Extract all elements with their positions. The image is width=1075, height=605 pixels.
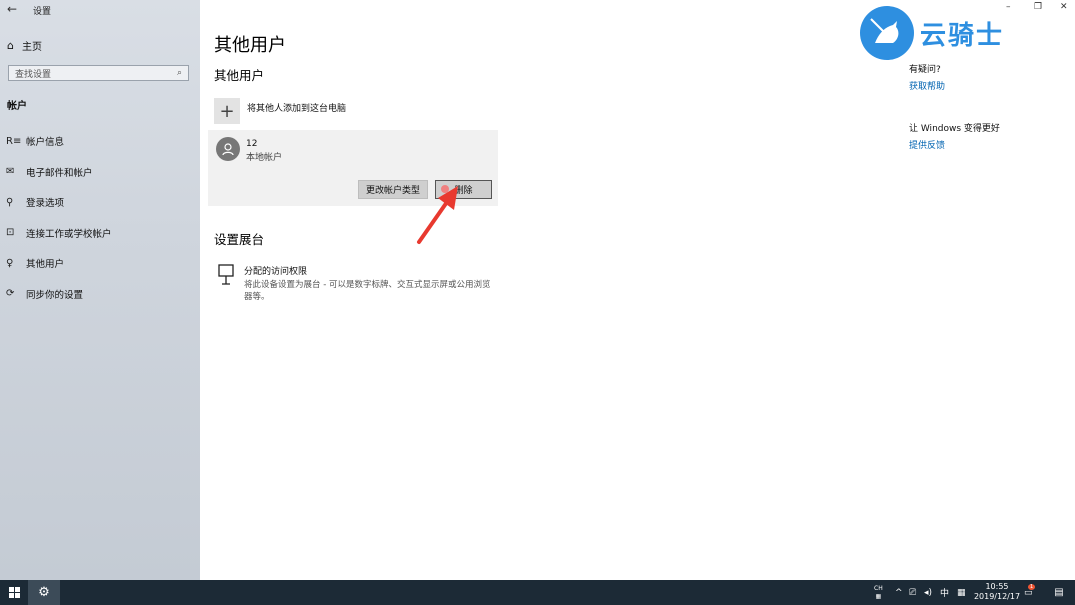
- sidebar-item-label: 登录选项: [26, 198, 65, 210]
- add-user-row[interactable]: + 将其他人添加到这台电脑: [214, 98, 346, 124]
- sidebar-item-other-users[interactable]: ♀ 其他用户: [0, 248, 200, 279]
- user-type: 本地帐户: [246, 153, 283, 163]
- ime-indicator[interactable]: CH ▦: [874, 580, 883, 605]
- sidebar-item-account-info[interactable]: R≡ 帐户信息: [0, 126, 200, 157]
- notification-badge-icon[interactable]: ▭ 1: [1024, 580, 1036, 605]
- settings-gear-icon[interactable]: ⚙: [28, 580, 60, 605]
- sidebar-item-label: 帐户信息: [26, 137, 65, 149]
- briefcase-icon: ⊡: [6, 227, 15, 239]
- help-question: 有疑问?: [909, 65, 941, 75]
- sidebar-item-label: 电子邮件和帐户: [26, 167, 93, 179]
- plus-icon[interactable]: +: [214, 98, 240, 124]
- sidebar-item-label: 同步你的设置: [26, 289, 84, 301]
- get-help-link[interactable]: 获取帮助: [909, 79, 945, 92]
- clock-date: 2019/12/17: [973, 592, 1021, 601]
- sidebar-item-label: 其他用户: [26, 259, 65, 271]
- back-arrow-icon[interactable]: ←: [7, 2, 17, 16]
- watermark-text: 云骑士: [920, 20, 1005, 51]
- avatar: [216, 137, 240, 161]
- language-indicator[interactable]: 中: [940, 580, 949, 605]
- input-mode-icon[interactable]: ▦: [957, 580, 966, 605]
- clock-time: 10:55: [985, 582, 1009, 591]
- sidebar: ← 设置 ⌂ 主页 查找设置 ⌕ 帐户 R≡ 帐户信息 ✉ 电子邮件和帐户 ⚲ …: [0, 0, 200, 580]
- person-icon: ♀: [6, 257, 14, 269]
- search-input[interactable]: 查找设置 ⌕: [8, 65, 189, 81]
- maximize-icon[interactable]: ❐: [1034, 2, 1042, 12]
- home-icon: ⌂: [7, 39, 14, 52]
- key-icon: ⚲: [6, 196, 14, 208]
- person-card-icon: R≡: [6, 135, 22, 147]
- sidebar-home[interactable]: ⌂ 主页: [7, 38, 42, 53]
- minimize-icon[interactable]: –: [1006, 2, 1011, 12]
- notification-count: 1: [1028, 583, 1036, 590]
- watermark-logo: 云骑士: [860, 6, 1004, 60]
- network-icon[interactable]: ⎚: [909, 580, 916, 605]
- sidebar-item-signin[interactable]: ⚲ 登录选项: [0, 187, 200, 218]
- sidebar-nav: R≡ 帐户信息 ✉ 电子邮件和帐户 ⚲ 登录选项 ⊡ 连接工作或学校帐户 ♀ 其…: [0, 126, 200, 309]
- volume-icon[interactable]: ◂): [924, 580, 932, 605]
- kiosk-name: 分配的访问权限: [244, 267, 308, 277]
- sidebar-item-label: 连接工作或学校帐户: [26, 228, 112, 240]
- clock[interactable]: 10:55 2019/12/17: [972, 582, 1022, 602]
- ime-label: CH: [874, 584, 883, 592]
- sync-icon: ⟳: [6, 288, 15, 300]
- user-name: 12: [246, 139, 258, 149]
- person-silhouette-icon: [222, 143, 234, 156]
- kiosk-description: 将此设备设置为展台 - 可以是数字标牌、交互式显示屏或公用浏览器等。: [244, 280, 491, 302]
- window-title: 设置: [33, 7, 52, 17]
- search-icon: ⌕: [176, 68, 182, 78]
- annotation-arrow: [417, 186, 458, 244]
- sidebar-item-work[interactable]: ⊡ 连接工作或学校帐户: [0, 218, 200, 249]
- add-user-label: 将其他人添加到这台电脑: [247, 104, 347, 114]
- keyboard-icon: ▦: [875, 592, 882, 600]
- section-heading-kiosk: 设置展台: [214, 232, 265, 247]
- sidebar-item-sync[interactable]: ⟳ 同步你的设置: [0, 279, 200, 310]
- windows-start-icon[interactable]: [0, 580, 28, 605]
- feedback-link[interactable]: 提供反馈: [909, 138, 945, 151]
- kiosk-icon: [218, 264, 234, 303]
- knight-logo-icon: [860, 6, 914, 60]
- search-placeholder: 查找设置: [15, 69, 52, 80]
- improve-windows-label: 让 Windows 变得更好: [909, 124, 1000, 134]
- section-heading-other-users: 其他用户: [214, 68, 265, 83]
- sidebar-item-email[interactable]: ✉ 电子邮件和帐户: [0, 157, 200, 188]
- taskbar: ⚙ CH ▦ ^ ⎚ ◂) 中 ▦ 10:55 2019/12/17 ▭ 1 ▤: [0, 580, 1075, 605]
- section-title: 帐户: [7, 101, 27, 112]
- close-icon[interactable]: ✕: [1060, 2, 1068, 12]
- page-title: 其他用户: [214, 35, 286, 56]
- chevron-up-icon[interactable]: ^: [895, 580, 903, 605]
- action-center-icon[interactable]: ▤: [1049, 580, 1069, 605]
- kiosk-row[interactable]: 分配的访问权限 将此设备设置为展台 - 可以是数字标牌、交互式显示屏或公用浏览器…: [218, 264, 496, 303]
- sidebar-home-label: 主页: [21, 42, 42, 53]
- mail-icon: ✉: [6, 166, 15, 178]
